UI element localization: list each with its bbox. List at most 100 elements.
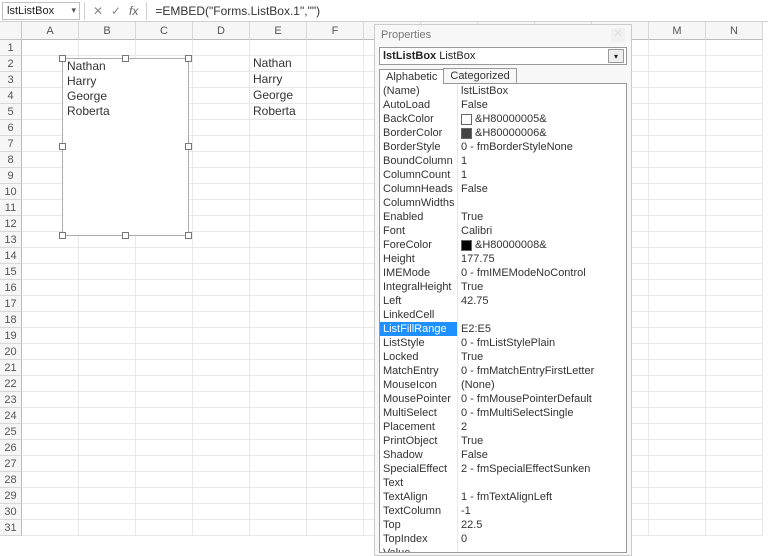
cell[interactable] xyxy=(706,232,763,248)
properties-list[interactable]: (Name)lstListBoxAutoLoadFalseBackColor&H… xyxy=(379,83,627,553)
row-header[interactable]: 3 xyxy=(0,72,22,88)
cell[interactable] xyxy=(649,312,706,328)
cell[interactable] xyxy=(307,200,364,216)
property-value[interactable]: 42.75 xyxy=(458,294,626,308)
cell[interactable] xyxy=(250,408,307,424)
cell[interactable] xyxy=(649,120,706,136)
resize-handle[interactable] xyxy=(185,232,192,239)
property-value[interactable]: 1 xyxy=(458,168,626,182)
cell[interactable] xyxy=(136,360,193,376)
cell[interactable] xyxy=(307,88,364,104)
row-header[interactable]: 10 xyxy=(0,184,22,200)
property-value[interactable] xyxy=(458,196,626,210)
cell[interactable] xyxy=(649,488,706,504)
cell[interactable] xyxy=(307,120,364,136)
cell[interactable] xyxy=(649,472,706,488)
row-header[interactable]: 17 xyxy=(0,296,22,312)
cell[interactable] xyxy=(136,264,193,280)
name-box[interactable]: lstListBox ▾ xyxy=(2,2,80,20)
cell[interactable] xyxy=(22,520,79,536)
cell[interactable] xyxy=(706,504,763,520)
column-header[interactable]: M xyxy=(649,22,706,40)
property-value[interactable]: True xyxy=(458,280,626,294)
cell[interactable] xyxy=(706,200,763,216)
cell[interactable] xyxy=(706,88,763,104)
property-row[interactable]: MatchEntry0 - fmMatchEntryFirstLetter xyxy=(380,364,626,378)
cell[interactable] xyxy=(250,424,307,440)
cell[interactable] xyxy=(136,488,193,504)
property-row[interactable]: FontCalibri xyxy=(380,224,626,238)
cell[interactable] xyxy=(136,408,193,424)
cell[interactable] xyxy=(193,104,250,120)
cell[interactable] xyxy=(193,520,250,536)
resize-handle[interactable] xyxy=(59,143,66,150)
cell[interactable] xyxy=(706,72,763,88)
cell[interactable] xyxy=(706,136,763,152)
cell[interactable] xyxy=(136,328,193,344)
cell[interactable] xyxy=(307,264,364,280)
cell[interactable] xyxy=(250,296,307,312)
property-value[interactable]: E2:E5 xyxy=(458,322,626,336)
cell[interactable] xyxy=(706,184,763,200)
cell[interactable] xyxy=(649,392,706,408)
property-value[interactable]: False xyxy=(458,182,626,196)
cell[interactable] xyxy=(193,40,250,56)
cell[interactable] xyxy=(706,280,763,296)
cell[interactable] xyxy=(307,72,364,88)
cell[interactable] xyxy=(22,440,79,456)
cell[interactable] xyxy=(193,360,250,376)
cell[interactable] xyxy=(706,488,763,504)
cell[interactable] xyxy=(22,280,79,296)
row-header[interactable]: 22 xyxy=(0,376,22,392)
row-header[interactable]: 7 xyxy=(0,136,22,152)
cell[interactable] xyxy=(649,232,706,248)
cell[interactable] xyxy=(307,168,364,184)
property-value[interactable]: &H80000006& xyxy=(458,126,626,140)
cell[interactable] xyxy=(79,344,136,360)
property-row[interactable]: Left42.75 xyxy=(380,294,626,308)
cell[interactable] xyxy=(307,296,364,312)
property-row[interactable]: ColumnHeadsFalse xyxy=(380,182,626,196)
cell[interactable] xyxy=(193,504,250,520)
cell[interactable] xyxy=(250,520,307,536)
cell[interactable] xyxy=(649,184,706,200)
property-value[interactable]: Calibri xyxy=(458,224,626,238)
cell[interactable] xyxy=(307,216,364,232)
property-value[interactable]: -1 xyxy=(458,504,626,518)
cell[interactable] xyxy=(307,232,364,248)
cell[interactable] xyxy=(649,328,706,344)
cell[interactable] xyxy=(136,280,193,296)
property-row[interactable]: Top22.5 xyxy=(380,518,626,532)
cell[interactable]: Nathan xyxy=(250,56,307,72)
cell[interactable] xyxy=(649,136,706,152)
cell[interactable] xyxy=(250,456,307,472)
cell[interactable] xyxy=(307,472,364,488)
cell[interactable] xyxy=(136,456,193,472)
tab-categorized[interactable]: Categorized xyxy=(443,68,516,83)
cell[interactable] xyxy=(22,360,79,376)
cell[interactable] xyxy=(706,408,763,424)
listbox-item[interactable]: George xyxy=(63,89,188,104)
cell[interactable] xyxy=(193,488,250,504)
property-value[interactable]: 1 xyxy=(458,154,626,168)
cell[interactable] xyxy=(649,56,706,72)
row-header[interactable]: 9 xyxy=(0,168,22,184)
row-header[interactable]: 23 xyxy=(0,392,22,408)
cell[interactable] xyxy=(649,504,706,520)
property-row[interactable]: IntegralHeightTrue xyxy=(380,280,626,294)
property-row[interactable]: TextAlign1 - fmTextAlignLeft xyxy=(380,490,626,504)
cell[interactable] xyxy=(706,520,763,536)
row-header[interactable]: 8 xyxy=(0,152,22,168)
cell[interactable] xyxy=(79,376,136,392)
resize-handle[interactable] xyxy=(185,143,192,150)
cell[interactable] xyxy=(307,392,364,408)
cell[interactable] xyxy=(22,40,79,56)
cell[interactable] xyxy=(193,392,250,408)
cell[interactable] xyxy=(706,296,763,312)
cell[interactable] xyxy=(706,376,763,392)
accept-button[interactable]: ✓ xyxy=(107,2,125,20)
row-header[interactable]: 24 xyxy=(0,408,22,424)
row-header[interactable]: 21 xyxy=(0,360,22,376)
property-value[interactable]: 2 - fmSpecialEffectSunken xyxy=(458,462,626,476)
cell[interactable] xyxy=(706,264,763,280)
